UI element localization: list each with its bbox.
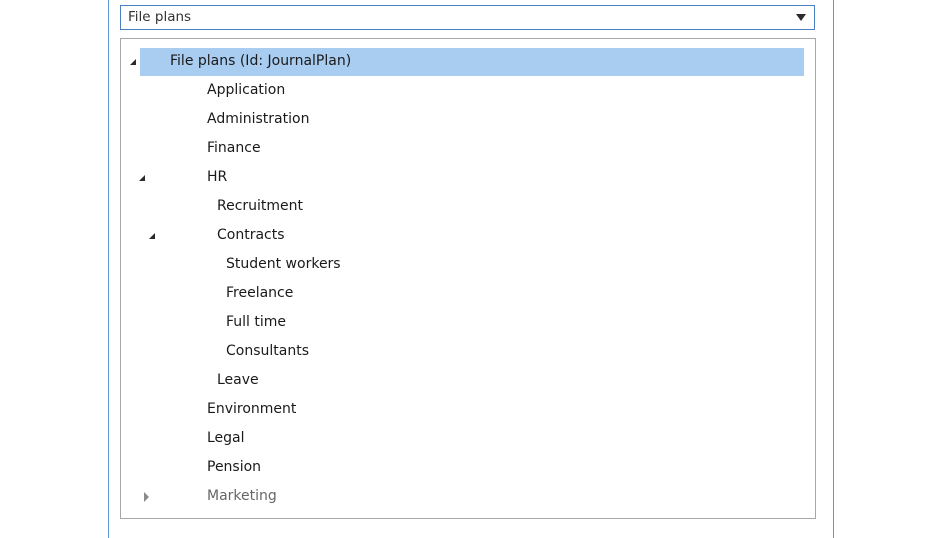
tree-item-leave[interactable]: Leave (121, 367, 815, 396)
tree-item-label: Administration (207, 111, 310, 127)
tree-item-label: Application (207, 82, 286, 98)
chevron-down-icon[interactable] (796, 14, 806, 21)
tree-item-administration[interactable]: Administration (121, 106, 815, 135)
tree-item-legal[interactable]: Legal (121, 425, 815, 454)
tree-item-recruitment[interactable]: Recruitment (121, 193, 815, 222)
file-plan-dropdown-value: File plans (128, 9, 192, 25)
tree-item-label: Full time (226, 314, 287, 330)
tree-item-pension[interactable]: Pension (121, 454, 815, 483)
file-plan-tree[interactable]: File plans (Id: JournalPlan) Application… (120, 38, 816, 519)
tree-item-consultants[interactable]: Consultants (121, 338, 815, 367)
tree-item-label: Student workers (226, 256, 341, 272)
collapsed-triangle-icon[interactable] (142, 492, 152, 502)
tree-item-label: Consultants (226, 343, 309, 359)
tree-item-marketing[interactable]: Marketing (121, 483, 815, 512)
tree-item-finance[interactable]: Finance (121, 135, 815, 164)
expanded-triangle-icon[interactable] (129, 57, 139, 67)
tree-item-label: Freelance (226, 285, 294, 301)
tree-item-label: Contracts (217, 227, 285, 243)
tree-item-label: HR (207, 169, 228, 185)
tree-item-label: Marketing (207, 488, 277, 504)
tree-item-label: Recruitment (217, 198, 304, 214)
expanded-triangle-icon[interactable] (138, 173, 148, 183)
expanded-triangle-icon[interactable] (148, 231, 158, 241)
tree-item-hr[interactable]: HR (121, 164, 815, 193)
tree-item-student-workers[interactable]: Student workers (121, 251, 815, 280)
tree-item-label: Finance (207, 140, 261, 156)
file-plan-dropdown[interactable]: File plans (120, 5, 815, 30)
tree-item-label: Pension (207, 459, 262, 475)
tree-item-file-plans[interactable]: File plans (Id: JournalPlan) (121, 48, 815, 77)
tree-item-label: File plans (Id: JournalPlan) (170, 53, 352, 69)
tree-item-label: Environment (207, 401, 297, 417)
tree-item-freelance[interactable]: Freelance (121, 280, 815, 309)
tree-item-contracts[interactable]: Contracts (121, 222, 815, 251)
tree-item-full-time[interactable]: Full time (121, 309, 815, 338)
tree-item-label: Leave (217, 372, 259, 388)
tree-item-application[interactable]: Application (121, 77, 815, 106)
tree-item-label: Legal (207, 430, 245, 446)
tree-item-environment[interactable]: Environment (121, 396, 815, 425)
